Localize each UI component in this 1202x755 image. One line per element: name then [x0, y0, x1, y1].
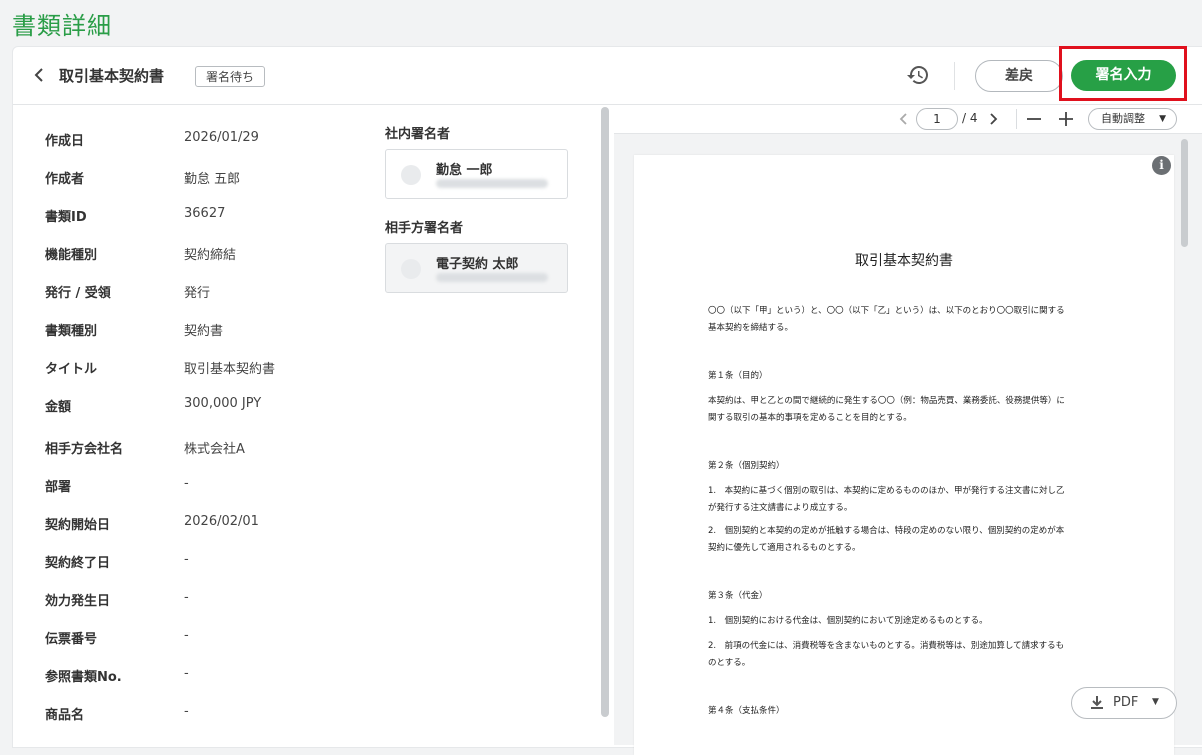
page-total: / 4	[962, 111, 978, 125]
field-value: 取引基本契約書	[184, 362, 276, 377]
download-icon	[1091, 696, 1103, 709]
field-value: -	[184, 628, 189, 643]
prev-page-icon[interactable]	[894, 109, 914, 129]
pdf-viewer: 1 / 4 自動調整 ▼ i 取引基本契約書 〇〇（以下「甲」という）と、〇〇（…	[614, 105, 1202, 755]
field-label: 作成日	[45, 134, 85, 149]
article-heading: 第４条（支払条件）	[708, 706, 785, 716]
signer-name: 勤怠 一郎	[436, 163, 493, 178]
field-label: タイトル	[45, 362, 98, 377]
field-label: 作成者	[45, 172, 85, 187]
sign-input-button[interactable]: 署名入力	[1071, 60, 1176, 91]
caret-down-icon: ▼	[1152, 697, 1159, 707]
internal-signers-title: 社内署名者	[385, 127, 451, 142]
field-value: 勤怠 五郎	[184, 172, 241, 187]
article-text: 2. 前項の代金には、消費税等を含まないものとする。消費税等は、別途加算して請求…	[708, 641, 1065, 668]
article-text: 本契約は、甲と乙との間で継続的に発生する〇〇（例：物品売買、業務委託、役務提供等…	[708, 396, 1065, 423]
field-value: 36627	[184, 206, 226, 221]
pdf-download-button[interactable]: PDF ▼	[1071, 687, 1177, 719]
chevron-left-icon[interactable]	[29, 65, 49, 85]
field-value: 発行	[184, 286, 211, 301]
avatar	[401, 259, 421, 279]
external-signers-title: 相手方署名者	[385, 221, 464, 236]
document-title: 取引基本契約書	[59, 67, 165, 85]
field-value: 300,000 JPY	[184, 396, 262, 411]
field-value: 株式会社A	[184, 442, 245, 457]
field-value: -	[184, 552, 189, 567]
detail-header: 取引基本契約書 署名待ち 差戻 署名入力	[13, 46, 1202, 105]
field-value: -	[184, 666, 189, 681]
field-label: 書類種別	[45, 324, 98, 339]
field-value: -	[184, 590, 189, 605]
contract-intro: 〇〇（以下「甲」という）と、〇〇（以下「乙」という）は、以下のとおり〇〇取引に関…	[708, 306, 1065, 333]
header-divider	[954, 62, 955, 90]
return-button[interactable]: 差戻	[975, 60, 1063, 92]
contract-title: 取引基本契約書	[855, 253, 953, 269]
zoom-label: 自動調整	[1101, 112, 1145, 125]
field-value: 2026/02/01	[184, 514, 259, 529]
caret-down-icon: ▼	[1159, 114, 1166, 124]
pdf-page: i 取引基本契約書 〇〇（以下「甲」という）と、〇〇（以下「乙」という）は、以下…	[634, 155, 1174, 755]
field-label: 書類ID	[45, 210, 87, 225]
field-value: 2026/01/29	[184, 130, 259, 145]
zoom-select[interactable]: 自動調整 ▼	[1088, 108, 1177, 130]
next-page-icon[interactable]	[983, 109, 1003, 129]
pdf-scrollbar[interactable]	[1181, 139, 1188, 247]
field-label: 機能種別	[45, 248, 98, 263]
signer-name: 電子契約 太郎	[436, 257, 519, 272]
internal-signer-card: 勤怠 一郎	[385, 149, 568, 199]
page-title: 書類詳細	[12, 12, 112, 40]
field-label: 部署	[45, 480, 72, 495]
field-label: 伝票番号	[45, 632, 98, 647]
field-label: 参照書類No.	[45, 670, 122, 685]
field-label: 契約終了日	[45, 556, 111, 571]
pdf-toolbar: 1 / 4 自動調整 ▼	[614, 105, 1202, 134]
article-heading: 第１条（目的）	[708, 371, 768, 381]
page-number-input[interactable]: 1	[916, 108, 958, 130]
field-label: 契約開始日	[45, 518, 111, 533]
signer-email-redacted	[436, 179, 548, 188]
field-value: -	[184, 704, 189, 719]
status-badge: 署名待ち	[195, 66, 266, 87]
field-label: 発行 / 受領	[45, 286, 111, 301]
document-detail-card: 取引基本契約書 署名待ち 差戻 署名入力 作成日 2026/01/29 作成者 …	[12, 46, 1202, 755]
info-scrollbar[interactable]	[601, 107, 609, 717]
field-label: 効力発生日	[45, 594, 111, 609]
toolbar-divider	[1016, 109, 1017, 129]
zoom-out-icon[interactable]	[1024, 109, 1044, 129]
pdf-download-label: PDF	[1113, 695, 1139, 710]
article-heading: 第２条（個別契約）	[708, 461, 785, 471]
field-value: 契約書	[184, 324, 224, 339]
info-icon[interactable]: i	[1152, 156, 1171, 175]
field-value: -	[184, 476, 189, 491]
avatar	[401, 165, 421, 185]
article-heading: 第３条（代金）	[708, 591, 768, 601]
field-label: 金額	[45, 400, 72, 415]
field-value: 契約締結	[184, 248, 237, 263]
document-info-pane: 作成日 2026/01/29 作成者 勤怠 五郎 書類ID 36627 機能種別…	[13, 105, 599, 725]
field-label: 商品名	[45, 708, 85, 723]
field-label: 相手方会社名	[45, 442, 124, 457]
article-text: 1. 本契約に基づく個別の取引は、本契約に定めるもののほか、甲が発行する注文書に…	[708, 486, 1065, 513]
zoom-in-icon[interactable]	[1056, 109, 1076, 129]
history-icon[interactable]	[906, 63, 930, 87]
external-signer-card: 電子契約 太郎	[385, 243, 568, 293]
signer-email-redacted	[436, 273, 548, 282]
article-text: 1. 個別契約における代金は、個別契約において別途定めるものとする。	[708, 616, 988, 626]
article-text: 2. 個別契約と本契約の定めが抵触する場合は、特段の定めのない限り、個別契約の定…	[708, 526, 1065, 553]
